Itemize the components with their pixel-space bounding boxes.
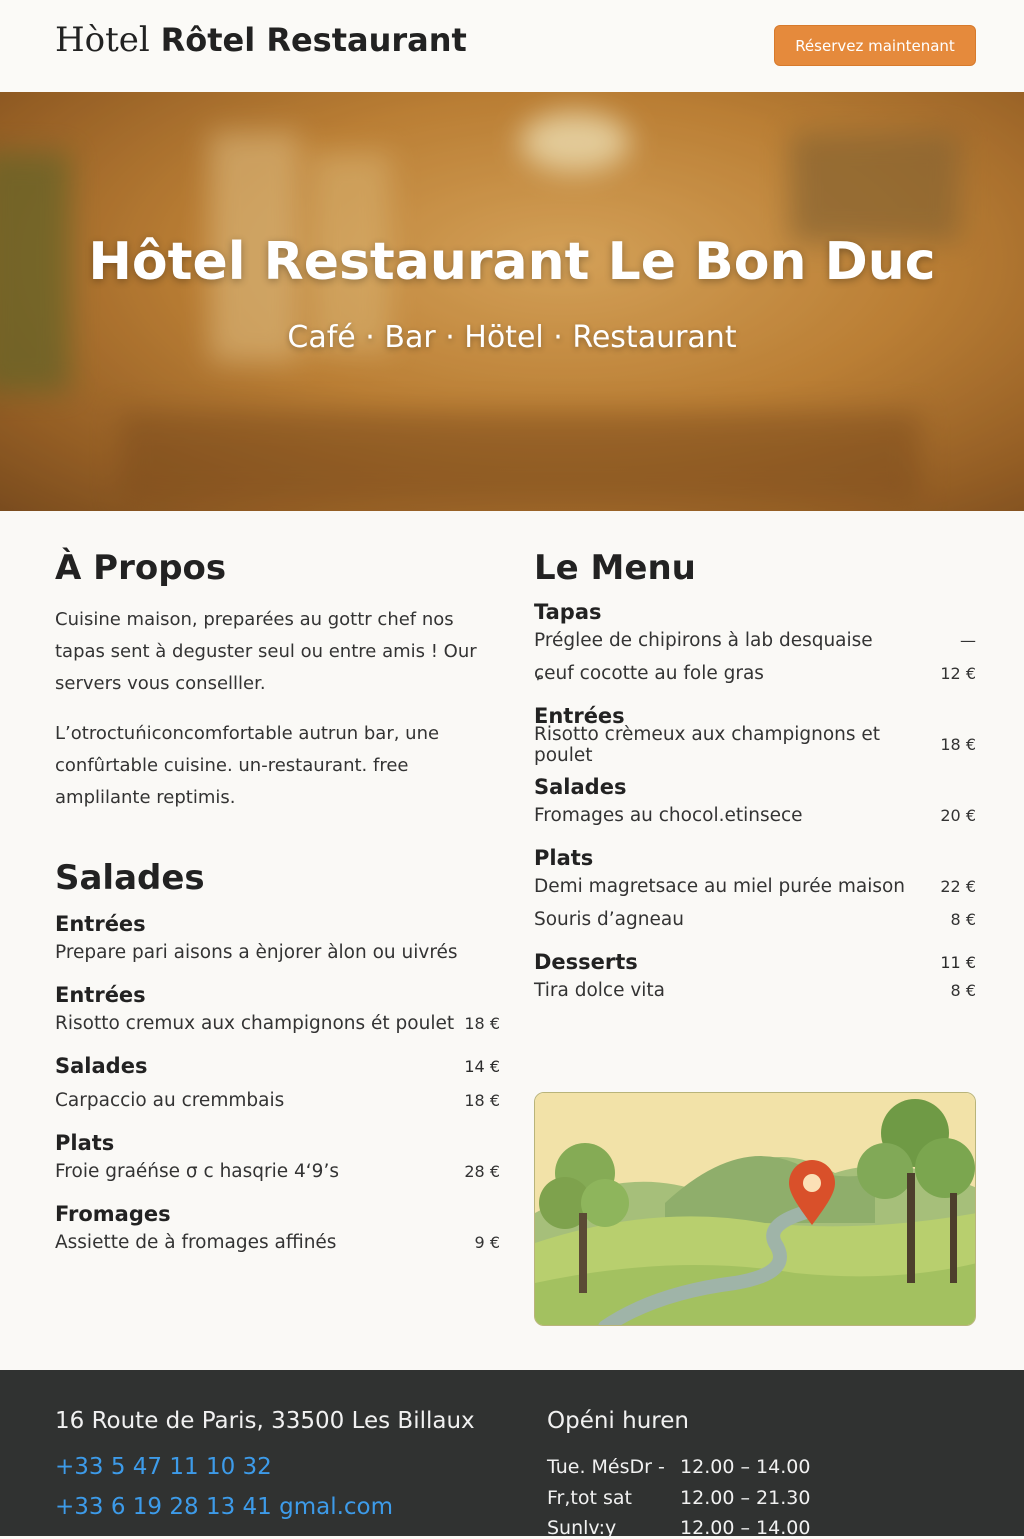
site-footer: 16 Route de Paris, 33500 Les Billaux +33…: [0, 1370, 1024, 1539]
phone-link-2[interactable]: +33 6 19 28 13 41 gmal.com: [55, 1494, 393, 1520]
about-paragraph-1: Cuisine maison, preparées au gottr chef …: [55, 609, 477, 694]
menu-category: Salades: [55, 1054, 148, 1078]
hours-row: Tue. MésDr - 12.00 – 14.00: [547, 1456, 810, 1478]
menu-category-price: 11 €: [940, 952, 976, 972]
menu-item: Fromages au chocol.etinsece 20 €: [534, 799, 976, 832]
menu-item-name: Demi magretsace au miel purée maison: [534, 876, 906, 897]
menu-item: Risotto cremux aux champignons ét poulet…: [55, 1007, 500, 1040]
menu-heading: Le Menu: [534, 548, 696, 588]
menu-group: Salades Fromages au chocol.etinsece 20 €: [534, 775, 976, 832]
salades-group: Plats Froie graéńse σ c hasqrie 4‘9’s 28…: [55, 1131, 500, 1188]
menu-item-price: 28 €: [464, 1162, 500, 1181]
menu-item-price: 20 €: [940, 806, 976, 825]
salades-group: Salades 14 € Carpaccio au cremmbais 18 €: [55, 1054, 500, 1117]
menu-item-name: Souris d’agneau: [534, 909, 684, 930]
menu-item-price: 9 €: [474, 1233, 500, 1252]
menu-group: Entrées Risotto crèmeux aux champignons …: [534, 704, 976, 766]
hours-day: Fr,tot sat: [547, 1487, 632, 1509]
hours-time: 12.00 – 14.00: [680, 1456, 811, 1478]
menu-item-price: 8 €: [950, 910, 976, 929]
menu-item-name: Assiette de à fromages affinés: [55, 1232, 337, 1253]
menu-item: Souris d’agneau 8 €: [534, 903, 976, 936]
salades-heading: Salades: [55, 858, 205, 898]
left-column: À Propos Cuisine maison, preparées au go…: [55, 548, 500, 1259]
reserve-button[interactable]: Réservez maintenant: [774, 25, 976, 66]
menu-category-price: 14 €: [464, 1056, 500, 1076]
menu-item: Froie graéńse σ c hasqrie 4‘9’s 28 €: [55, 1155, 500, 1188]
hero-overlay: [0, 92, 1024, 511]
menu-item-name: Préglee de chipirons à lab desquaise: [534, 630, 873, 651]
menu-category: Plats: [55, 1131, 115, 1155]
menu-category: Desserts: [534, 950, 638, 974]
menu-item: ɕeuf cocotte au fole gras 12 €: [534, 657, 976, 690]
about-heading: À Propos: [55, 548, 227, 588]
menu-item-price: 22 €: [940, 877, 976, 896]
salades-group: Fromages Assiette de à fromages affinés …: [55, 1202, 500, 1259]
menu-item: Assiette de à fromages affinés 9 €: [55, 1226, 500, 1259]
hero-title: Hôtel Restaurant Le Bon Duc: [88, 232, 936, 292]
menu-item-price: 18 €: [940, 735, 976, 754]
menu-item-price: 18 €: [464, 1014, 500, 1033]
menu-category: Entrées: [55, 983, 146, 1007]
menu-item: Prepare pari aisons a ènjorer àlon ou ui…: [55, 936, 500, 969]
menu-item-price: 8 €: [950, 981, 976, 1000]
menu-item-name: Risotto cremux aux champignons ét poulet: [55, 1013, 455, 1034]
salades-group: Entrées Risotto cremux aux champignons é…: [55, 983, 500, 1040]
menu-category: Fromages: [55, 1202, 171, 1226]
site-header: Hòtel Rôtel Restaurant Réservez maintena…: [0, 0, 1024, 92]
menu-category: Entrées: [55, 912, 146, 936]
menu-item: Carpaccio au cremmbais 18 €: [55, 1084, 500, 1117]
phone-link-1[interactable]: +33 5 47 11 10 32: [55, 1454, 272, 1480]
salades-group: Entrées Prepare pari aisons a ènjorer àl…: [55, 912, 500, 969]
menu-group: Tapas Préglee de chipirons à lab desquai…: [534, 600, 976, 690]
menu-item-name: Fromages au chocol.etinsece: [534, 805, 803, 826]
right-column: Le Menu Tapas Préglee de chipirons à lab…: [534, 548, 976, 1007]
hero-banner: Hôtel Restaurant Le Bon Duc Café · Bar ·…: [0, 92, 1024, 511]
menu-category: Tapas: [534, 600, 602, 624]
menu-item: Tira dolce vita 8 €: [534, 974, 976, 1007]
hours-row: Fr,tot sat 12.00 – 21.30: [547, 1487, 810, 1509]
menu-item: Risotto crèmeux aux champignons et poule…: [534, 724, 976, 766]
map-illustration: [535, 1093, 975, 1325]
hours-title: Opéni huren: [547, 1408, 689, 1434]
site-logo[interactable]: Hòtel Rôtel Restaurant: [55, 20, 467, 60]
menu-item-name: Prepare pari aisons a ènjorer àlon ou ui…: [55, 942, 458, 963]
hours-day: Tue. MésDr -: [547, 1456, 665, 1478]
footer-address: 16 Route de Paris, 33500 Les Billaux: [55, 1408, 475, 1434]
menu-item-name: Froie graéńse σ c hasqrie 4‘9’s: [55, 1161, 339, 1182]
hero-subtitle: Café · Bar · Hötel · Restaurant: [287, 320, 737, 355]
menu-item: Demi magretsace au miel purée maison 22 …: [534, 870, 976, 903]
menu-item-price: 12 €: [940, 664, 976, 683]
menu-item-name: Tira dolce vita: [534, 980, 666, 1001]
logo-prefix: Hòtel: [55, 20, 150, 60]
menu-item-name: Risotto crèmeux aux champignons et poule…: [534, 723, 881, 766]
menu-group: Plats Demi magretsace au miel purée mais…: [534, 846, 976, 936]
menu-category: Salades: [534, 775, 627, 799]
menu-item-name: Carpaccio au cremmbais: [55, 1090, 285, 1111]
menu-group: Desserts 11 € Tira dolce vita 8 €: [534, 950, 976, 1007]
menu-item-price: 18 €: [464, 1091, 500, 1110]
menu-item-price: —: [960, 631, 976, 650]
location-map[interactable]: [534, 1092, 976, 1326]
menu-item: Préglee de chipirons à lab desquaise —: [534, 624, 976, 657]
hours-time: 12.00 – 21.30: [680, 1487, 811, 1509]
menu-category: Plats: [534, 846, 594, 870]
about-paragraph-2: L’otroctuńiconcomfortable autrun bar, un…: [55, 723, 440, 808]
menu-item-name: ɕeuf cocotte au fole gras: [534, 663, 764, 684]
logo-name: Rôtel Restaurant: [160, 21, 467, 59]
